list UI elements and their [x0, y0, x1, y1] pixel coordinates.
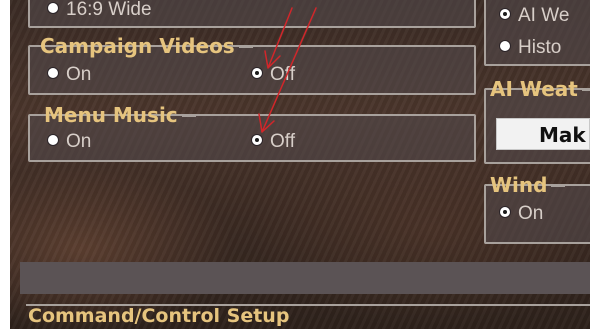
menu-music-off[interactable]: Off: [252, 132, 295, 152]
option-label: Histo: [518, 37, 562, 58]
campaign-videos-off[interactable]: Off: [252, 65, 295, 85]
menu-music-title: Menu Music: [40, 104, 196, 126]
campaign-videos-title: Campaign Videos: [36, 35, 253, 57]
history-option[interactable]: Histo: [500, 38, 561, 58]
ai-weather-button[interactable]: Mak: [496, 118, 590, 150]
option-label: On: [66, 64, 92, 85]
wind-on[interactable]: On: [500, 204, 543, 224]
ai-option[interactable]: AI We: [500, 6, 569, 26]
radio-icon: [500, 40, 510, 51]
radio-selected-icon: [252, 67, 262, 78]
option-label: Off: [270, 131, 295, 152]
radio-icon: [48, 67, 58, 78]
separator-bar: [20, 262, 590, 294]
wind-panel: Wind On: [484, 174, 590, 244]
campaign-videos-on[interactable]: On: [48, 65, 91, 85]
campaign-videos-panel: Campaign Videos On Off: [28, 35, 476, 95]
command-control-title: Command/Control Setup: [28, 305, 290, 327]
option-label: On: [518, 203, 544, 224]
right-options-panel: AI We Histo: [484, 0, 590, 66]
radio-selected-icon: [500, 206, 510, 217]
menu-music-panel: Menu Music On Off: [28, 104, 476, 162]
option-label: AI We: [518, 5, 570, 26]
option-label: On: [66, 131, 92, 152]
radio-icon: [48, 2, 58, 13]
option-label: Off: [270, 64, 295, 85]
wind-title: Wind: [486, 174, 567, 196]
radio-selected-icon: [500, 8, 510, 19]
aspect-option-wide[interactable]: 16:9 Wide: [48, 0, 152, 20]
radio-selected-icon: [252, 134, 262, 145]
ai-weather-title: AI Weat: [486, 78, 590, 100]
aspect-ratio-panel: 16:9 Wide: [28, 0, 476, 28]
background-scene: 16:9 Wide Campaign Videos On Off Menu Mu…: [10, 0, 590, 329]
menu-music-on[interactable]: On: [48, 132, 91, 152]
aspect-option-label: 16:9 Wide: [66, 0, 152, 20]
radio-icon: [48, 134, 58, 145]
